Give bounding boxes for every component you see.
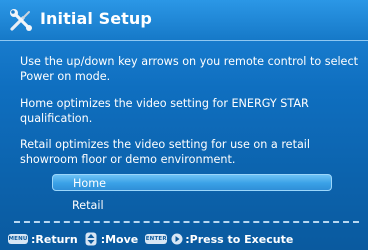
retail-description: Retail optimizes the video setting for u…	[20, 138, 311, 166]
instruction-text: Use the up/down key arrows on you remote…	[20, 55, 358, 83]
enter-key-icon: ENTER	[145, 234, 168, 244]
up-down-arrows-icon	[85, 232, 97, 246]
menu-key-icon: MENU	[8, 234, 28, 244]
footer-help-bar: MENU :Return :Move ENTER :Press to Execu…	[8, 231, 293, 247]
home-description: Home optimizes the video setting for ENE…	[20, 97, 309, 125]
footer-divider	[14, 221, 359, 223]
initial-setup-screen: Initial Setup Use the up/down key arrows…	[0, 0, 368, 250]
return-hint: :Return	[31, 232, 78, 246]
option-home[interactable]: Home	[52, 174, 332, 191]
move-hint: :Move	[100, 232, 139, 246]
page-title: Initial Setup	[40, 9, 152, 28]
tools-icon	[10, 9, 32, 31]
right-arrow-icon	[171, 233, 183, 245]
option-retail[interactable]: Retail	[52, 197, 332, 214]
execute-hint: :Press to Execute	[185, 232, 294, 246]
title-bar: Initial Setup	[0, 0, 368, 41]
